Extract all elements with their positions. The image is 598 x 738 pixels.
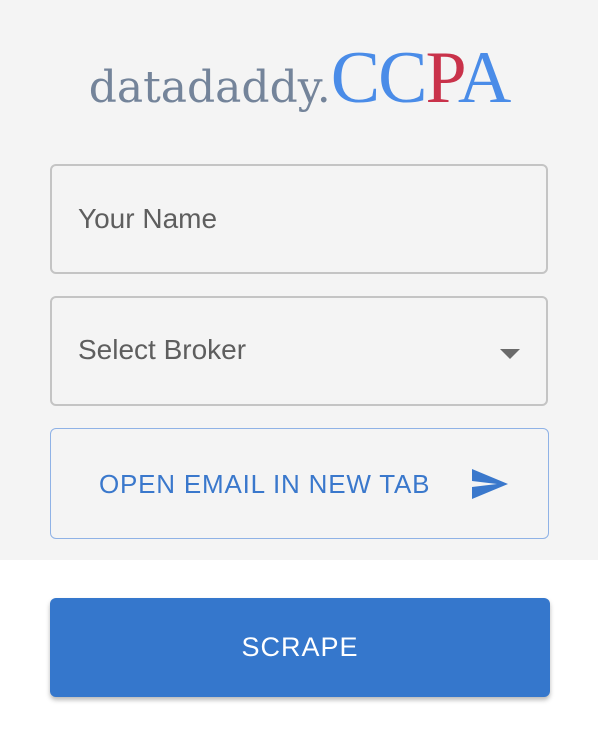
logo-letter-c2: C xyxy=(378,37,427,119)
logo-letter-c1: C xyxy=(330,37,380,119)
send-icon xyxy=(472,469,508,499)
logo-ccpa: CCPA xyxy=(330,37,512,119)
form-panel: datadaddy.CCPA Select Broker OPEN EMAIL … xyxy=(0,0,598,560)
open-email-button-label: OPEN EMAIL IN NEW TAB xyxy=(99,469,431,499)
name-field xyxy=(50,164,548,274)
logo-letter-a: A xyxy=(457,37,511,119)
open-email-button[interactable]: OPEN EMAIL IN NEW TAB xyxy=(50,428,549,539)
scrape-button[interactable]: SCRAPE xyxy=(50,598,550,697)
logo-prefix: datadaddy. xyxy=(88,62,331,113)
scrape-button-label: SCRAPE xyxy=(241,632,359,662)
logo-letter-p: P xyxy=(425,37,459,119)
name-input[interactable] xyxy=(78,166,518,272)
broker-select[interactable]: Select Broker xyxy=(50,296,548,406)
broker-select-value: Select Broker xyxy=(78,334,247,365)
app-logo: datadaddy.CCPA xyxy=(0,36,598,121)
dropdown-caret-icon xyxy=(500,349,520,359)
